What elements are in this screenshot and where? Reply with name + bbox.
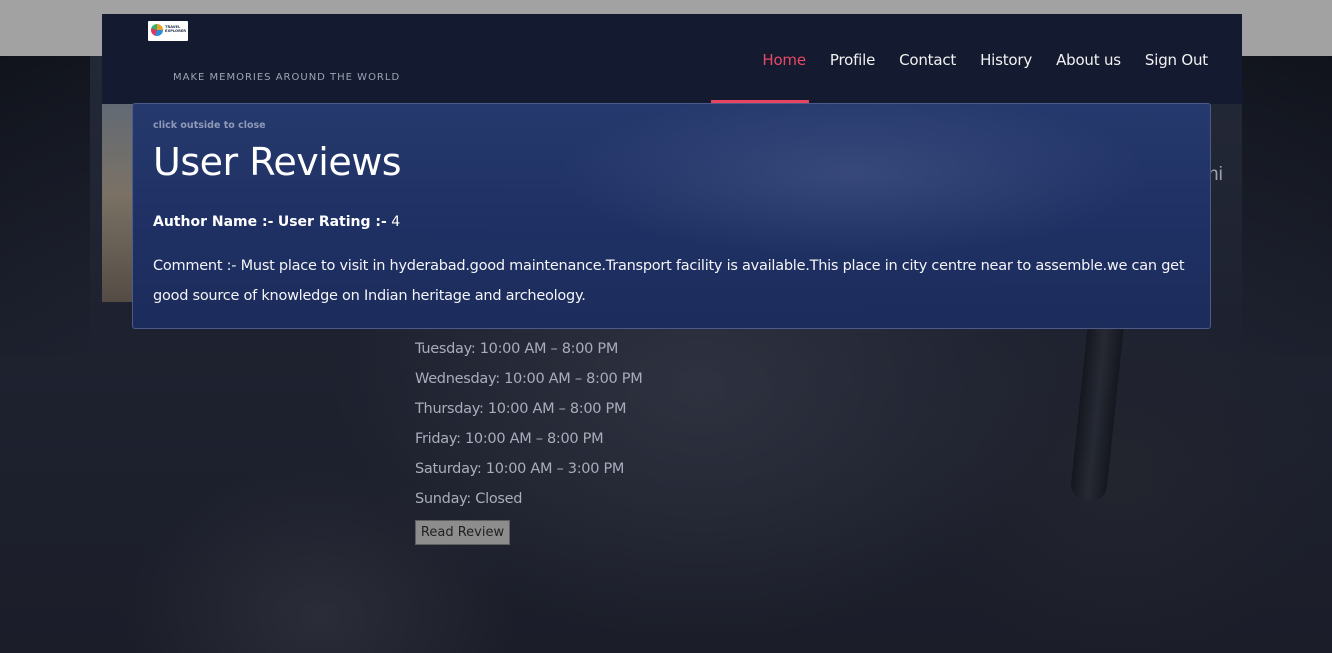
rating-label: User Rating :- (277, 214, 387, 230)
logo-text: TRAVEL EXPLORER (165, 25, 187, 34)
hours-row-thursday: Thursday: 10:00 AM – 8:00 PM (415, 401, 627, 417)
hours-row-sunday: Sunday: Closed (415, 491, 523, 507)
logo-icon (151, 24, 163, 36)
review-meta: Author Name :- User Rating :- 4 (153, 214, 400, 230)
user-reviews-modal: click outside to close User Reviews Auth… (132, 103, 1211, 329)
nav-about-us[interactable]: About us (1044, 50, 1133, 70)
nav-contact[interactable]: Contact (887, 50, 968, 70)
opening-hours: Tuesday: 10:00 AM – 8:00 PM Wednesday: 1… (415, 338, 643, 518)
hours-row-tuesday: Tuesday: 10:00 AM – 8:00 PM (415, 341, 619, 357)
read-review-button[interactable]: Read Review (415, 520, 510, 545)
nav-home[interactable]: Home (750, 50, 818, 70)
author-label: Author Name :- (153, 214, 274, 230)
hours-row-wednesday: Wednesday: 10:00 AM – 8:00 PM (415, 371, 643, 387)
site-tagline: MAKE MEMORIES AROUND THE WORLD (173, 72, 401, 83)
hours-row-saturday: Saturday: 10:00 AM – 3:00 PM (415, 461, 625, 477)
hours-row-friday: Friday: 10:00 AM – 8:00 PM (415, 431, 604, 447)
close-hint: click outside to close (153, 120, 266, 131)
palm-shadow-left (0, 56, 90, 356)
nav-history[interactable]: History (968, 50, 1044, 70)
nav-sign-out[interactable]: Sign Out (1133, 50, 1220, 70)
palm-shadow-right (1242, 56, 1332, 356)
site-logo[interactable]: TRAVEL EXPLORER (148, 21, 188, 41)
rating-value: 4 (391, 214, 401, 230)
nav-profile[interactable]: Profile (818, 50, 887, 70)
main-nav: Home Profile Contact History About us Si… (750, 50, 1220, 70)
review-comment: Comment :- Must place to visit in hydera… (153, 258, 1185, 304)
site-header: TRAVEL EXPLORER MAKE MEMORIES AROUND THE… (102, 14, 1242, 104)
place-photo (102, 104, 134, 302)
modal-title: User Reviews (153, 140, 402, 184)
